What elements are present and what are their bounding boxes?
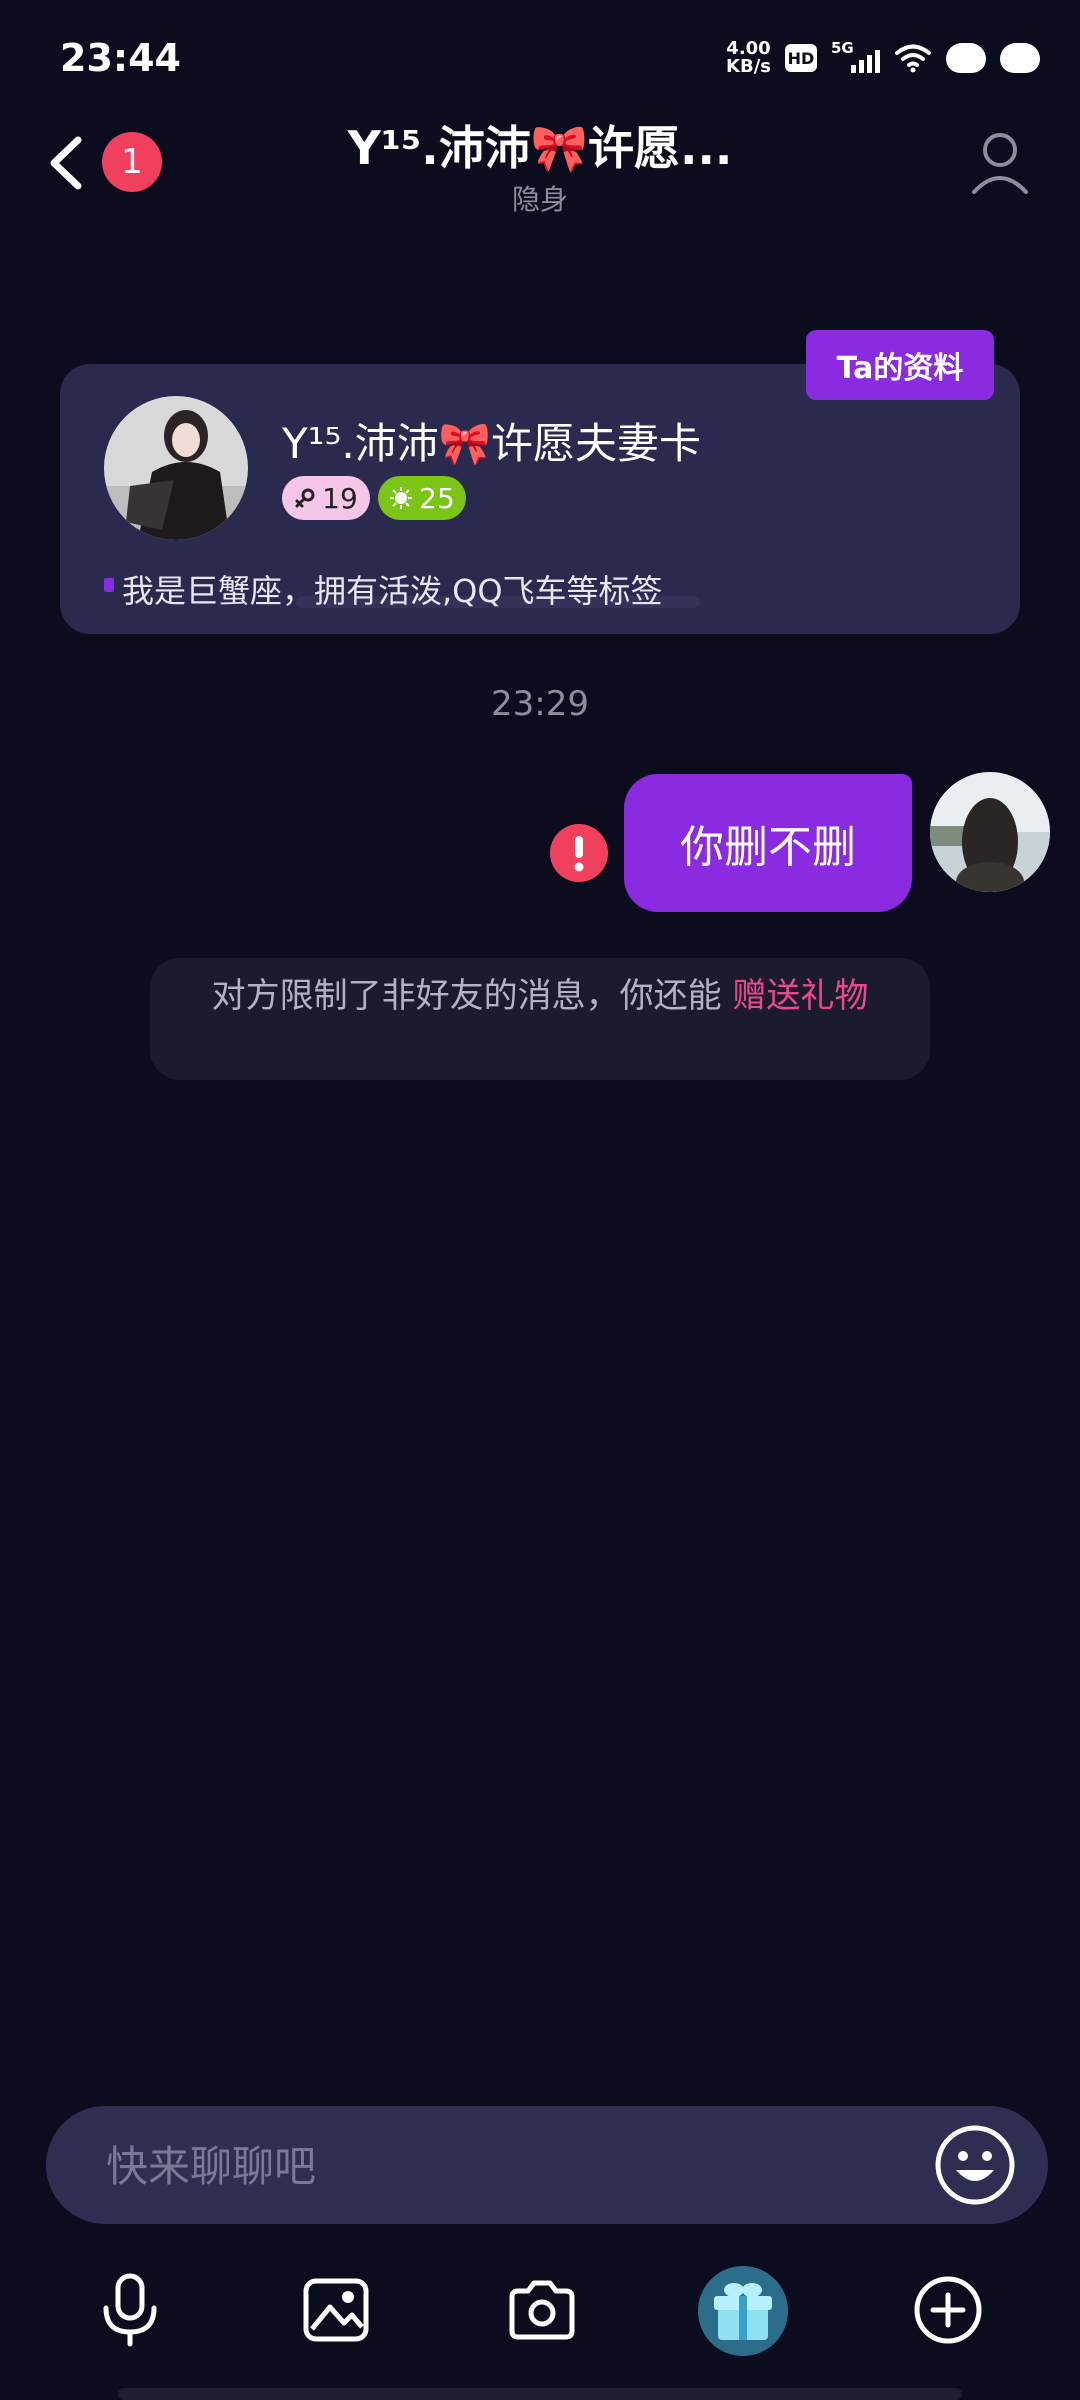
- image-button[interactable]: [296, 2270, 376, 2350]
- send-gift-link[interactable]: 赠送礼物: [732, 976, 868, 1016]
- cat-icon: [1000, 43, 1040, 73]
- profile-avatar[interactable]: [104, 396, 248, 540]
- female-icon: [295, 488, 315, 508]
- hd-icon: HD: [785, 44, 817, 72]
- home-indicator: [118, 2388, 962, 2400]
- message-input[interactable]: [104, 2130, 868, 2202]
- sun-icon: [390, 487, 413, 509]
- voice-button[interactable]: [90, 2270, 170, 2350]
- level-badge: 25: [378, 476, 466, 520]
- profile-name: Y¹⁵.沛沛🎀许愿夫妻卡: [282, 419, 701, 468]
- notice-text: 对方限制了非好友的消息，你还能: [211, 976, 733, 1016]
- view-profile-tag[interactable]: Ta的资料: [806, 330, 994, 400]
- my-avatar[interactable]: [930, 772, 1050, 892]
- camera-button[interactable]: [502, 2270, 582, 2350]
- back-button[interactable]: [38, 128, 98, 198]
- cat-icon: [946, 43, 986, 73]
- signal-icon: 5G: [831, 39, 880, 73]
- wifi-icon: [895, 44, 931, 73]
- camera-icon: [509, 2280, 575, 2340]
- image-icon: [303, 2278, 369, 2342]
- microphone-icon: [103, 2273, 157, 2347]
- plus-icon: [914, 2276, 982, 2344]
- age-value: 19: [322, 481, 358, 515]
- status-time: 23:44: [60, 36, 181, 80]
- unread-badge[interactable]: 1: [102, 132, 162, 192]
- status-icons: 4.00 KB/s HD 5G: [726, 38, 1040, 78]
- chat-title: Y¹⁵.沛沛🎀许愿...: [347, 121, 733, 175]
- message-timestamp: 23:29: [491, 684, 589, 724]
- gift-icon[interactable]: [698, 2266, 788, 2356]
- online-status: 隐身: [511, 183, 568, 216]
- network-speed: 4.00 KB/s: [726, 38, 771, 77]
- profile-bio: 我是巨蟹座，拥有活泼,QQ飞车等标签: [122, 572, 663, 610]
- more-button[interactable]: [908, 2270, 988, 2350]
- emoji-icon[interactable]: [934, 2124, 1016, 2206]
- bio-marker: [104, 578, 114, 592]
- system-notice: 对方限制了非好友的消息，你还能 赠送礼物: [150, 958, 930, 1080]
- user-profile-button[interactable]: [970, 128, 1030, 196]
- gender-age-badge: 19: [282, 476, 370, 520]
- send-failed-icon[interactable]: [550, 824, 608, 882]
- sent-message-bubble[interactable]: 你删不删: [624, 774, 912, 912]
- network-type-label: 5G: [831, 39, 854, 57]
- level-value: 25: [419, 481, 455, 515]
